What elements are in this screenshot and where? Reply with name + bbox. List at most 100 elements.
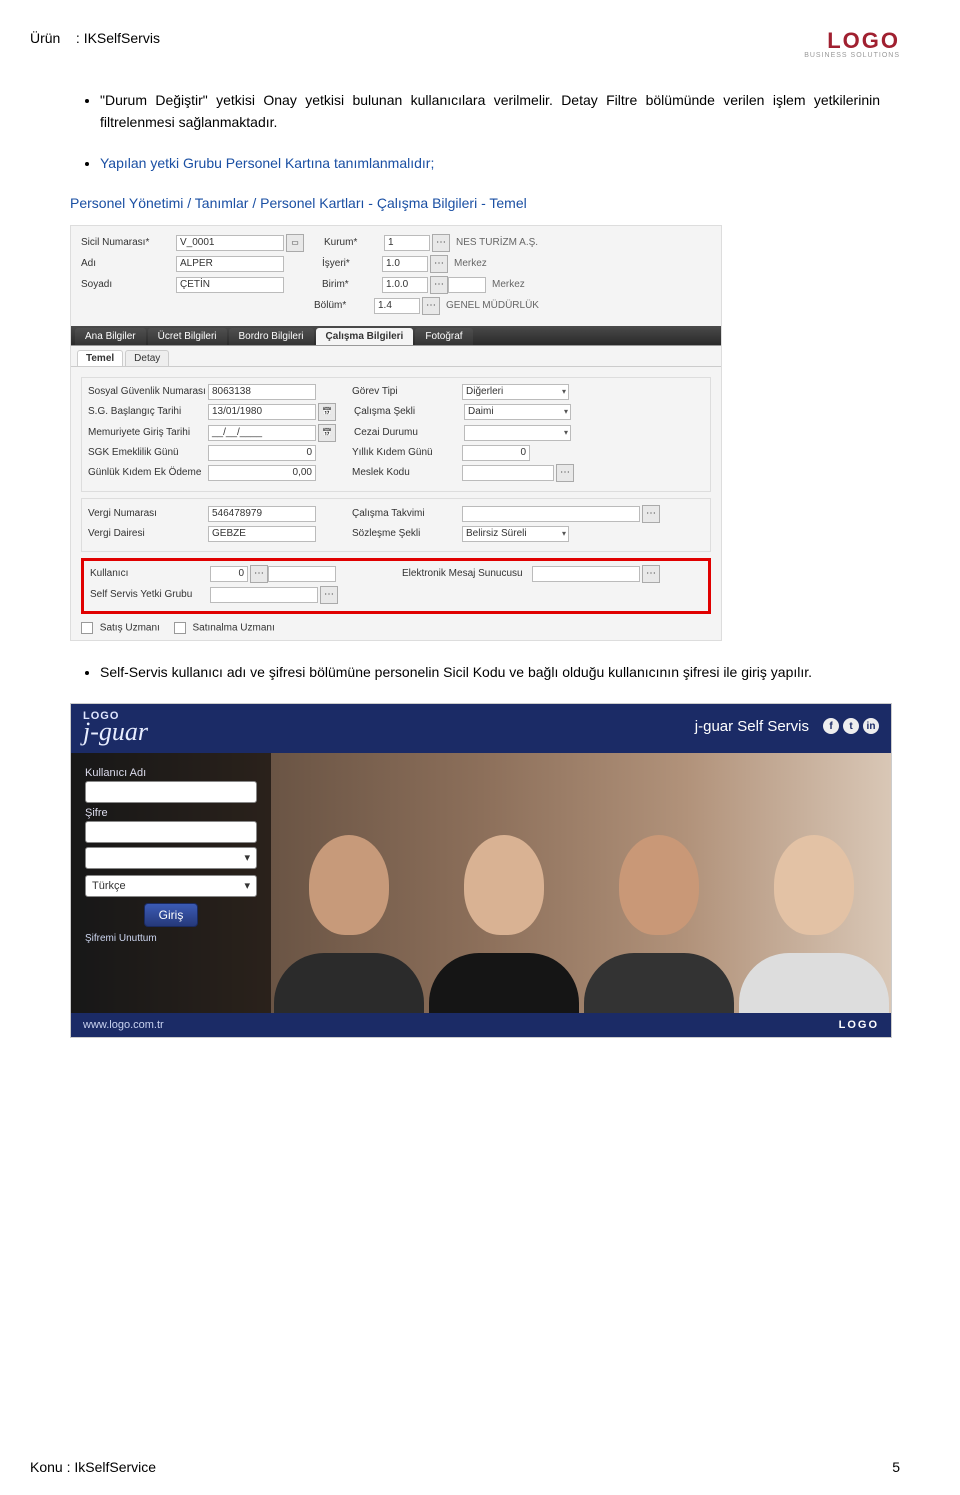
fld-soyadi[interactable]: ÇETİN	[176, 277, 284, 293]
login-screenshot: LOGO j-guar j-guar Self Servis f t in Ku…	[70, 703, 892, 1038]
bullet-2-line2: Personel Yönetimi / Tanımlar / Personel …	[70, 192, 880, 214]
lbl-adi: Adı	[81, 258, 176, 269]
sel-cd[interactable]: ▾	[464, 425, 571, 441]
chevron-down-icon: ▾	[562, 387, 566, 396]
lbl-mk: Meslek Kodu	[352, 467, 462, 478]
lbl-seg: SGK Emeklilik Günü	[88, 447, 208, 458]
jguar-script: j-guar	[83, 722, 148, 743]
chk-satinalma-uzmani[interactable]	[174, 622, 186, 634]
linkedin-icon[interactable]: in	[863, 718, 879, 734]
fld-kullanici[interactable]: 0	[210, 566, 248, 582]
lookup-icon[interactable]	[430, 276, 448, 294]
kurum-desc: NES TURİZM A.Ş.	[456, 237, 538, 248]
fld-vn[interactable]: 546478979	[208, 506, 316, 522]
sel-ss[interactable]: Belirsiz Süreli▾	[462, 526, 569, 542]
subtab-temel[interactable]: Temel	[77, 350, 123, 366]
lbl-birim: Birim*	[322, 279, 382, 290]
lbl-vd: Vergi Dairesi	[88, 528, 208, 539]
fld-sgn[interactable]: 8063138	[208, 384, 316, 400]
card-icon[interactable]: ▭	[286, 234, 304, 252]
fld-sicil[interactable]: V_0001	[176, 235, 284, 251]
fld-bolum-code[interactable]: 1.4	[374, 298, 420, 314]
fld-sgb[interactable]: 13/01/1980	[208, 404, 316, 420]
lbl-username: Kullanıcı Adı	[85, 767, 257, 779]
calendar-icon[interactable]	[318, 403, 336, 421]
tab-bordro-bilgileri[interactable]: Bordro Bilgileri	[229, 328, 314, 345]
fld-seg[interactable]: 0	[208, 445, 316, 461]
lookup-icon[interactable]	[320, 586, 338, 604]
fld-birim-extra[interactable]	[448, 277, 486, 293]
lookup-icon[interactable]	[642, 505, 660, 523]
lbl-chk2: Satınalma Uzmanı	[193, 622, 275, 633]
calendar-icon[interactable]	[318, 424, 336, 442]
lbl-chk1: Satış Uzmanı	[100, 622, 160, 633]
product-name: IKSelfServis	[84, 30, 160, 46]
sel-gt[interactable]: Diğerleri▾	[462, 384, 569, 400]
fld-adi[interactable]: ALPER	[176, 256, 284, 272]
chevron-down-icon: ▾	[244, 851, 250, 864]
fld-ykg[interactable]: 0	[462, 445, 530, 461]
fld-gke[interactable]: 0,00	[208, 465, 316, 481]
chevron-down-icon: ▾	[562, 529, 566, 538]
fld-kullanici-name[interactable]	[268, 566, 336, 582]
lookup-icon[interactable]	[250, 565, 268, 583]
lookup-icon[interactable]	[432, 234, 450, 252]
main-tabs: Ana Bilgiler Ücret Bilgileri Bordro Bilg…	[71, 326, 721, 346]
footer-url[interactable]: www.logo.com.tr	[83, 1019, 164, 1031]
lbl-sicil: Sicil Numarası*	[81, 237, 176, 248]
hero-people-image	[271, 753, 891, 1013]
page-footer: Konu : IkSelfService 5	[30, 1459, 900, 1475]
sel-cs[interactable]: Daimi▾	[464, 404, 571, 420]
chk-satis-uzmani[interactable]	[81, 622, 93, 634]
fld-ems[interactable]	[532, 566, 640, 582]
page-number: 5	[892, 1459, 900, 1475]
personnel-form-screenshot: Sicil Numarası* V_0001 ▭ Kurum* 1 NES TU…	[70, 225, 722, 641]
tab-ucret-bilgileri[interactable]: Ücret Bilgileri	[148, 328, 227, 345]
fld-vd[interactable]: GEBZE	[208, 526, 316, 542]
input-password[interactable]	[85, 821, 257, 843]
fld-ssyg[interactable]	[210, 587, 318, 603]
lbl-cd: Cezai Durumu	[354, 427, 464, 438]
fld-birim-code[interactable]: 1.0.0	[382, 277, 428, 293]
lookup-icon[interactable]	[556, 464, 574, 482]
tab-ana-bilgiler[interactable]: Ana Bilgiler	[75, 328, 146, 345]
lbl-ssyg: Self Servis Yetki Grubu	[90, 589, 210, 600]
chevron-down-icon: ▾	[564, 428, 568, 437]
fld-mgt[interactable]: __/__/____	[208, 425, 316, 441]
birim-desc: Merkez	[492, 279, 525, 290]
lbl-gke: Günlük Kıdem Ek Ödeme	[88, 467, 208, 478]
lbl-kullanici: Kullanıcı	[90, 568, 210, 579]
app-title: j-guar Self Servis	[695, 718, 809, 735]
forgot-password-link[interactable]: Şifremi Unuttum	[85, 933, 257, 944]
chevron-down-icon: ▾	[564, 407, 568, 416]
jguar-logo: LOGO j-guar	[83, 710, 148, 743]
tab-calisma-bilgileri[interactable]: Çalışma Bilgileri	[316, 328, 414, 345]
facebook-icon[interactable]: f	[823, 718, 839, 734]
chevron-down-icon: ▾	[244, 879, 250, 892]
input-username[interactable]	[85, 781, 257, 803]
lookup-icon[interactable]	[430, 255, 448, 273]
isyeri-desc: Merkez	[454, 258, 487, 269]
select-empty[interactable]: ▾	[85, 847, 257, 869]
twitter-icon[interactable]: t	[843, 718, 859, 734]
login-button[interactable]: Giriş	[144, 903, 199, 927]
fld-ct[interactable]	[462, 506, 640, 522]
lbl-ems: Elektronik Mesaj Sunucusu	[402, 568, 532, 579]
fld-isyeri-code[interactable]: 1.0	[382, 256, 428, 272]
fld-mk[interactable]	[462, 465, 554, 481]
konu-label: Konu :	[30, 1459, 70, 1475]
tab-fotograf[interactable]: Fotoğraf	[415, 328, 472, 345]
lbl-soyadi: Soyadı	[81, 279, 176, 290]
footer-logo: LOGO	[839, 1019, 879, 1031]
logo-text: LOGO	[804, 30, 900, 52]
page-header-product: Ürün : IKSelfServis	[30, 30, 160, 46]
social-icons: f t in	[823, 718, 879, 734]
subtab-detay[interactable]: Detay	[125, 350, 169, 366]
fld-kurum-code[interactable]: 1	[384, 235, 430, 251]
select-language[interactable]: Türkçe▾	[85, 875, 257, 897]
lookup-icon[interactable]	[422, 297, 440, 315]
bullet-2-line1: Yapılan yetki Grubu Personel Kartına tan…	[100, 155, 434, 171]
lookup-icon[interactable]	[642, 565, 660, 583]
lbl-sgb: S.G. Başlangıç Tarihi	[88, 406, 208, 417]
konu-value: IkSelfService	[74, 1459, 156, 1475]
